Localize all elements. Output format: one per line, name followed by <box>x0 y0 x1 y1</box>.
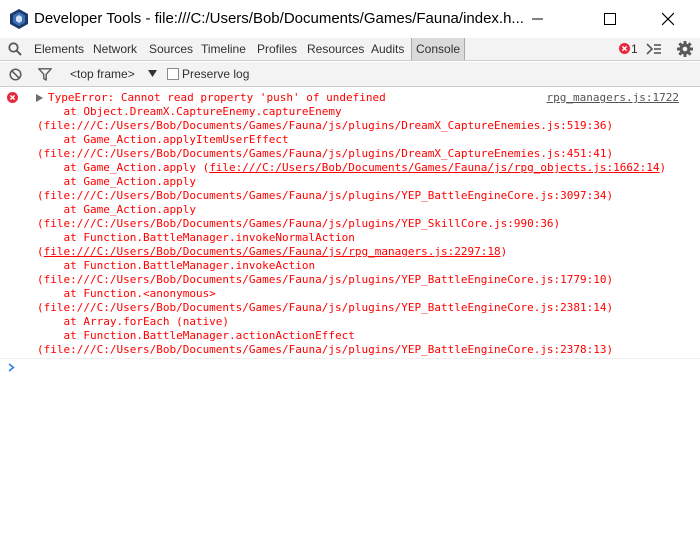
trace-line: at Function.BattleManager.invokeAction <box>37 259 316 272</box>
error-count[interactable]: 1 <box>631 38 638 60</box>
trace-line: (file:///C:/Users/Bob/Documents/Games/Fa… <box>37 189 614 202</box>
minimize-button[interactable] <box>516 0 562 38</box>
trace-line: (file:///C:/Users/Bob/Documents/Games/Fa… <box>37 273 614 286</box>
trace-line: at Game_Action.apply (file:///C:/Users/B… <box>37 161 666 175</box>
tab-sources[interactable]: Sources <box>149 38 193 60</box>
trace-line: (file:///C:/Users/Bob/Documents/Games/Fa… <box>37 245 507 259</box>
chevron-down-icon[interactable] <box>148 70 157 77</box>
tab-network[interactable]: Network <box>93 38 137 60</box>
trace-line: (file:///C:/Users/Bob/Documents/Games/Fa… <box>37 301 614 314</box>
stack-trace: TypeError: Cannot read property 'push' o… <box>0 91 666 385</box>
trace-line: (file:///C:/Users/Bob/Documents/Games/Fa… <box>37 343 614 356</box>
trace-text: ) <box>659 161 667 174</box>
tab-timeline[interactable]: Timeline <box>201 38 246 60</box>
tab-audits[interactable]: Audits <box>371 38 404 60</box>
trace-text: ( <box>37 245 44 258</box>
close-icon <box>662 12 674 26</box>
tab-elements[interactable]: Elements <box>34 38 84 60</box>
frame-select[interactable]: <top frame> <box>70 62 135 86</box>
error-message-text: TypeError: Cannot read property 'push' o… <box>48 91 386 104</box>
preserve-log-label[interactable]: Preserve log <box>182 62 249 86</box>
console-toolbar: <top frame> Preserve log <box>0 62 700 87</box>
trace-source-link[interactable]: file:///C:/Users/Bob/Documents/Games/Fau… <box>209 161 659 174</box>
console-error-message: rpg_managers.js:1722 TypeError: Cannot r… <box>0 87 700 359</box>
app-icon <box>10 9 28 29</box>
console-output[interactable]: rpg_managers.js:1722 TypeError: Cannot r… <box>0 87 700 536</box>
minimize-icon <box>532 18 543 20</box>
trace-line: at Object.DreamX.CaptureEnemy.captureEne… <box>37 105 342 118</box>
source-link[interactable]: rpg_managers.js:1722 <box>547 91 679 105</box>
trace-line: at Game_Action.applyItemUserEffect <box>37 133 289 146</box>
tab-profiles[interactable]: Profiles <box>257 38 297 60</box>
trace-line: at Game_Action.apply <box>37 203 196 216</box>
maximize-button[interactable] <box>588 0 634 38</box>
panel-tab-bar: Elements Network Sources Timeline Profil… <box>0 38 700 61</box>
trace-text: at Game_Action.apply ( <box>37 161 210 174</box>
search-icon[interactable] <box>8 42 22 56</box>
trace-line: (file:///C:/Users/Bob/Documents/Games/Fa… <box>37 217 561 230</box>
trace-line: at Array.forEach (native) <box>37 315 230 328</box>
close-button[interactable] <box>646 0 692 38</box>
filter-icon[interactable] <box>38 68 52 81</box>
window-title: Developer Tools - file:///C:/Users/Bob/D… <box>34 10 524 27</box>
trace-line: (file:///C:/Users/Bob/Documents/Games/Fa… <box>37 147 614 160</box>
preserve-log-checkbox[interactable] <box>167 68 179 80</box>
trace-line: at Function.<anonymous> <box>37 287 216 300</box>
trace-source-link[interactable]: file:///C:/Users/Bob/Documents/Games/Fau… <box>44 245 501 258</box>
maximize-icon <box>604 13 616 25</box>
console-prompt[interactable] <box>0 359 700 377</box>
clear-icon[interactable] <box>9 68 22 81</box>
title-bar: Developer Tools - file:///C:/Users/Bob/D… <box>0 0 700 38</box>
trace-line: at Game_Action.apply <box>37 175 196 188</box>
drawer-icon[interactable] <box>646 43 662 55</box>
trace-line: at Function.BattleManager.actionActionEf… <box>37 329 355 342</box>
error-icon[interactable] <box>619 43 630 54</box>
trace-line: at Function.BattleManager.invokeNormalAc… <box>37 231 355 244</box>
trace-text: ) <box>500 245 508 258</box>
gear-icon[interactable] <box>677 41 693 57</box>
prompt-chevron-icon <box>8 363 15 372</box>
tab-resources[interactable]: Resources <box>307 38 364 60</box>
tab-console[interactable]: Console <box>411 38 466 60</box>
trace-line: (file:///C:/Users/Bob/Documents/Games/Fa… <box>37 119 614 132</box>
